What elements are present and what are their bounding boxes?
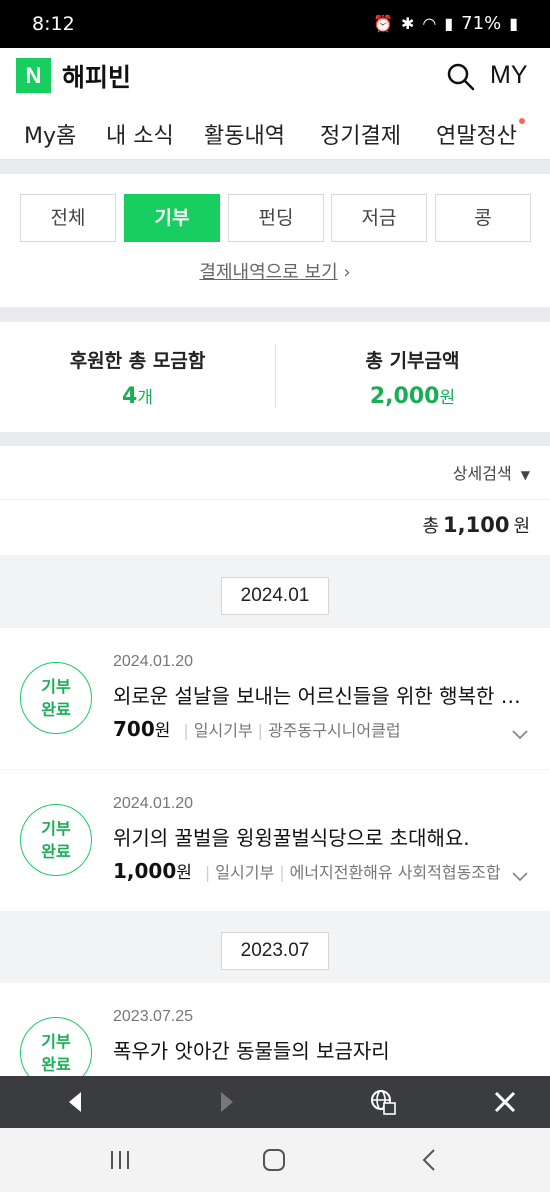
payment-history-link[interactable]: 결제내역으로 보기 › bbox=[0, 258, 550, 284]
app-header: N 해피빈 MY bbox=[0, 48, 550, 106]
completed-badge: 기부 완료 bbox=[20, 1017, 92, 1076]
new-dot-badge bbox=[518, 118, 525, 124]
triangle-right-icon bbox=[221, 1092, 233, 1112]
filter-all-button[interactable]: 전체 bbox=[20, 194, 116, 242]
filter-bean-button[interactable]: 콩 bbox=[435, 194, 531, 242]
tab-recurring-payment[interactable]: 정기결제 bbox=[320, 118, 401, 150]
donation-summary: 후원한 총 모금함 4개 총 기부금액 2,000원 bbox=[0, 322, 550, 432]
tab-year-end-settlement[interactable]: 연말정산 bbox=[436, 118, 525, 150]
month-header: 2023.07 bbox=[221, 932, 329, 970]
item-date: 2024.01.20 bbox=[113, 795, 194, 812]
item-title[interactable]: 폭우가 앗아간 동물들의 보금자리 bbox=[113, 1035, 533, 1064]
donation-item[interactable]: 기부 완료 2024.01.20 위기의 꿀벌을 윙윙꿀벌식당으로 초대해요. … bbox=[0, 770, 550, 911]
item-title[interactable]: 위기의 꿀벌을 윙윙꿀벌식당으로 초대해요. bbox=[113, 822, 533, 851]
donation-item[interactable]: 기부 완료 2024.01.20 외로운 설날을 보내는 어르신들을 위한 행복… bbox=[0, 628, 550, 769]
section-divider bbox=[0, 432, 550, 446]
home-icon[interactable] bbox=[262, 1148, 286, 1172]
back-icon[interactable] bbox=[418, 1148, 442, 1172]
status-bar: 8:12 ⏰ ✱ ◠ ▮ 71% ▮ bbox=[0, 0, 550, 48]
battery-icon: ▮ bbox=[509, 14, 518, 33]
item-date: 2023.07.25 bbox=[113, 1008, 194, 1025]
globe-icon bbox=[371, 1090, 396, 1115]
bluetooth-icon: ✱ bbox=[400, 14, 415, 33]
forward-button[interactable] bbox=[192, 1076, 262, 1128]
section-divider bbox=[0, 160, 550, 174]
alarm-icon: ⏰ bbox=[373, 14, 393, 33]
filter-savings-button[interactable]: 저금 bbox=[331, 194, 427, 242]
detail-search-dropdown[interactable]: 상세검색 ▼ bbox=[453, 460, 530, 484]
chevron-down-icon[interactable] bbox=[510, 866, 530, 886]
completed-badge: 기부 완료 bbox=[20, 804, 92, 876]
month-header: 2024.01 bbox=[221, 577, 329, 615]
item-date: 2024.01.20 bbox=[113, 653, 194, 670]
item-meta: 1,000원 | 일시기부 | 에너지전환해유 사회적협동조합 bbox=[113, 859, 501, 883]
naver-logo-icon[interactable]: N bbox=[16, 58, 51, 93]
status-time: 8:12 bbox=[32, 13, 75, 35]
donation-item[interactable]: 기부 완료 2023.07.25 폭우가 앗아간 동물들의 보금자리 bbox=[0, 983, 550, 1076]
battery-percent: 71% bbox=[461, 13, 502, 34]
triangle-left-icon bbox=[69, 1092, 81, 1112]
category-filter: 전체 기부 펀딩 저금 콩 bbox=[20, 194, 531, 242]
app-title[interactable]: 해피빈 bbox=[62, 58, 131, 94]
search-icon[interactable] bbox=[446, 62, 476, 92]
tab-news[interactable]: 내 소식 bbox=[106, 118, 174, 150]
close-browser-button[interactable] bbox=[470, 1076, 540, 1128]
summary-total-amount: 총 기부금액 2,000원 bbox=[365, 350, 460, 409]
main-tabs: My홈 내 소식 활동내역 정기결제 연말정산 bbox=[0, 106, 550, 166]
summary-funds-count: 후원한 총 모금함 4개 bbox=[69, 350, 206, 409]
recent-apps-icon[interactable] bbox=[108, 1148, 132, 1172]
wifi-icon: ◠ bbox=[422, 14, 437, 33]
system-nav-bar bbox=[0, 1128, 550, 1192]
browser-toolbar bbox=[0, 1076, 550, 1128]
signal-icon: ▮ bbox=[444, 14, 454, 33]
item-title[interactable]: 외로운 설날을 보내는 어르신들을 위한 행복한 명절 bbox=[113, 680, 533, 709]
tab-activity[interactable]: 활동내역 bbox=[200, 118, 289, 166]
back-button[interactable] bbox=[40, 1076, 110, 1128]
item-meta: 700원 | 일시기부 | 광주동구시니어클럽 bbox=[113, 717, 401, 741]
close-icon bbox=[494, 1091, 516, 1113]
tab-my-home[interactable]: My홈 bbox=[24, 118, 76, 150]
total-amount: 총 1,100 원 bbox=[422, 513, 530, 537]
chevron-down-icon[interactable] bbox=[510, 724, 530, 744]
section-divider bbox=[0, 307, 550, 322]
filter-funding-button[interactable]: 펀딩 bbox=[228, 194, 324, 242]
chevron-right-icon: › bbox=[343, 262, 351, 283]
filter-donation-button[interactable]: 기부 bbox=[124, 194, 220, 242]
caret-down-icon: ▼ bbox=[520, 468, 530, 482]
open-in-browser-button[interactable] bbox=[348, 1076, 418, 1128]
my-button[interactable]: MY bbox=[490, 61, 528, 90]
completed-badge: 기부 완료 bbox=[20, 662, 92, 734]
